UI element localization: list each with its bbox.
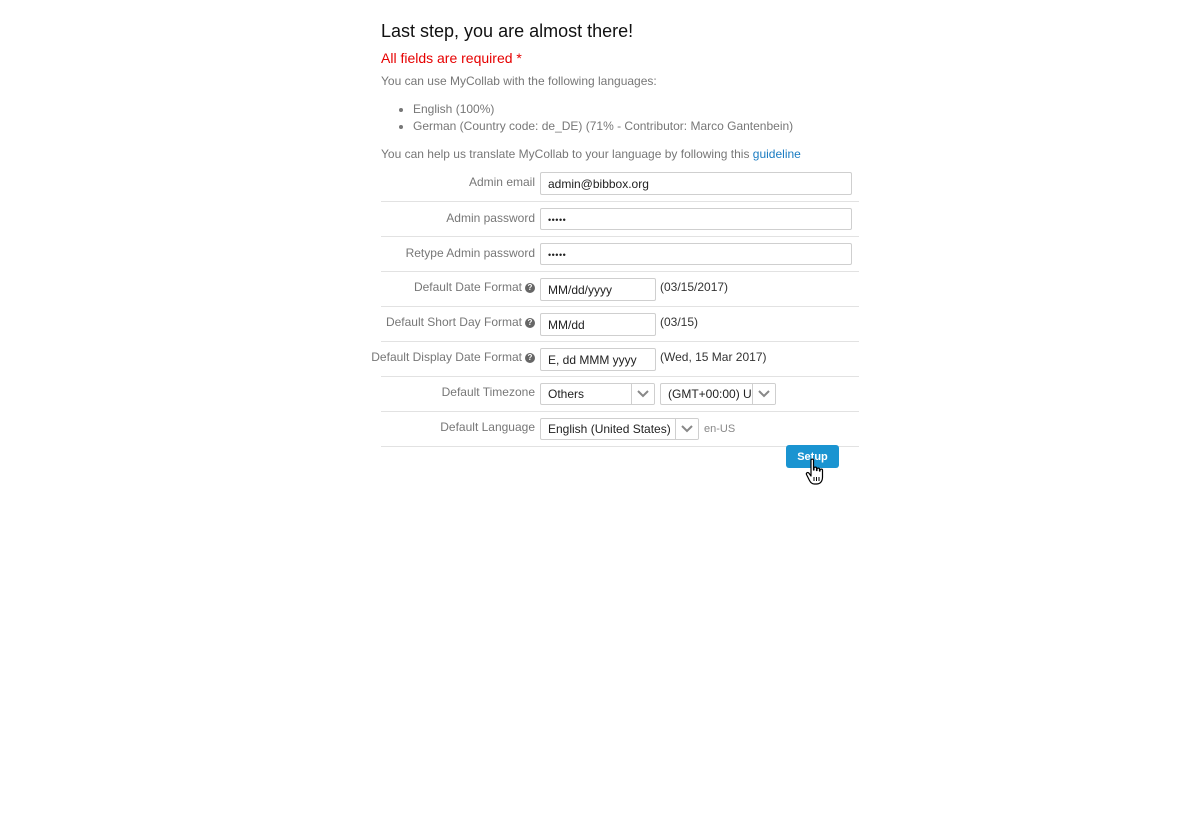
languages-intro: You can use MyCollab with the following … <box>381 74 657 88</box>
setup-form: Admin email admin@bibbox.org Admin passw… <box>371 167 859 447</box>
guideline-link[interactable]: guideline <box>753 147 801 161</box>
admin-email-field[interactable]: admin@bibbox.org <box>540 172 852 195</box>
question-circle-icon[interactable]: ? <box>525 318 535 328</box>
date-format-label-text: Default Date Format <box>413 280 522 294</box>
display-date-format-row: Default Display Date Format? E, dd MMM y… <box>371 342 859 377</box>
timezone-region-value: Others <box>548 387 585 401</box>
language-label: Default Language <box>440 420 535 434</box>
timezone-region-select[interactable]: Others <box>540 383 655 405</box>
chevron-down-icon[interactable] <box>631 384 654 404</box>
retype-password-field[interactable]: ••••• <box>540 243 852 265</box>
language-value: English (United States) <box>548 422 671 436</box>
display-date-format-field[interactable]: E, dd MMM yyyy <box>540 348 656 371</box>
display-date-format-example: (Wed, 15 Mar 2017) <box>660 350 767 364</box>
short-day-format-example: (03/15) <box>660 315 699 329</box>
retype-password-label: Retype Admin password <box>405 246 535 260</box>
language-select[interactable]: English (United States) <box>540 418 699 440</box>
question-circle-icon[interactable]: ? <box>525 353 535 363</box>
date-format-row: Default Date Format? MM/dd/yyyy (03/15/2… <box>381 272 859 307</box>
admin-email-row: Admin email admin@bibbox.org <box>381 167 859 202</box>
language-row: Default Language English (United States)… <box>381 412 859 447</box>
admin-email-label: Admin email <box>468 175 535 189</box>
chevron-down-icon[interactable] <box>752 384 775 404</box>
hand-pointer-icon <box>805 458 824 485</box>
admin-password-label: Admin password <box>446 211 535 225</box>
short-day-format-label: Default Short Day Format? <box>386 315 535 329</box>
list-item: English (100%) <box>413 101 793 118</box>
date-format-example: (03/15/2017) <box>660 280 729 294</box>
retype-password-row: Retype Admin password ••••• <box>381 237 859 272</box>
display-date-format-label: Default Display Date Format? <box>371 350 535 364</box>
language-locale: en-US <box>704 423 736 435</box>
list-item: German (Country code: de_DE) (71% - Cont… <box>413 118 793 135</box>
translate-help: You can help us translate MyCollab to yo… <box>381 147 801 161</box>
admin-password-field[interactable]: ••••• <box>540 208 852 230</box>
chevron-down-icon[interactable] <box>675 419 698 439</box>
required-notice: All fields are required * <box>381 50 522 66</box>
admin-password-row: Admin password ••••• <box>381 202 859 237</box>
timezone-zone-select[interactable]: (GMT+00:00) UT <box>660 383 776 405</box>
date-format-field[interactable]: MM/dd/yyyy <box>540 278 656 301</box>
short-day-format-row: Default Short Day Format? MM/dd (03/15) <box>381 307 859 342</box>
short-day-format-label-text: Default Short Day Format <box>385 315 522 329</box>
short-day-format-field[interactable]: MM/dd <box>540 313 656 336</box>
timezone-zone-value: (GMT+00:00) UT <box>668 387 760 401</box>
question-circle-icon[interactable]: ? <box>525 283 535 293</box>
date-format-label: Default Date Format? <box>414 280 535 294</box>
display-date-format-label-text: Default Display Date Format <box>371 350 522 364</box>
timezone-label: Default Timezone <box>441 385 535 399</box>
timezone-row: Default Timezone Others (GMT+00:00) UT <box>381 377 859 412</box>
help-text: You can help us translate MyCollab to yo… <box>381 147 750 161</box>
page-title: Last step, you are almost there! <box>381 21 634 41</box>
languages-list: English (100%) German (Country code: de_… <box>395 101 793 135</box>
